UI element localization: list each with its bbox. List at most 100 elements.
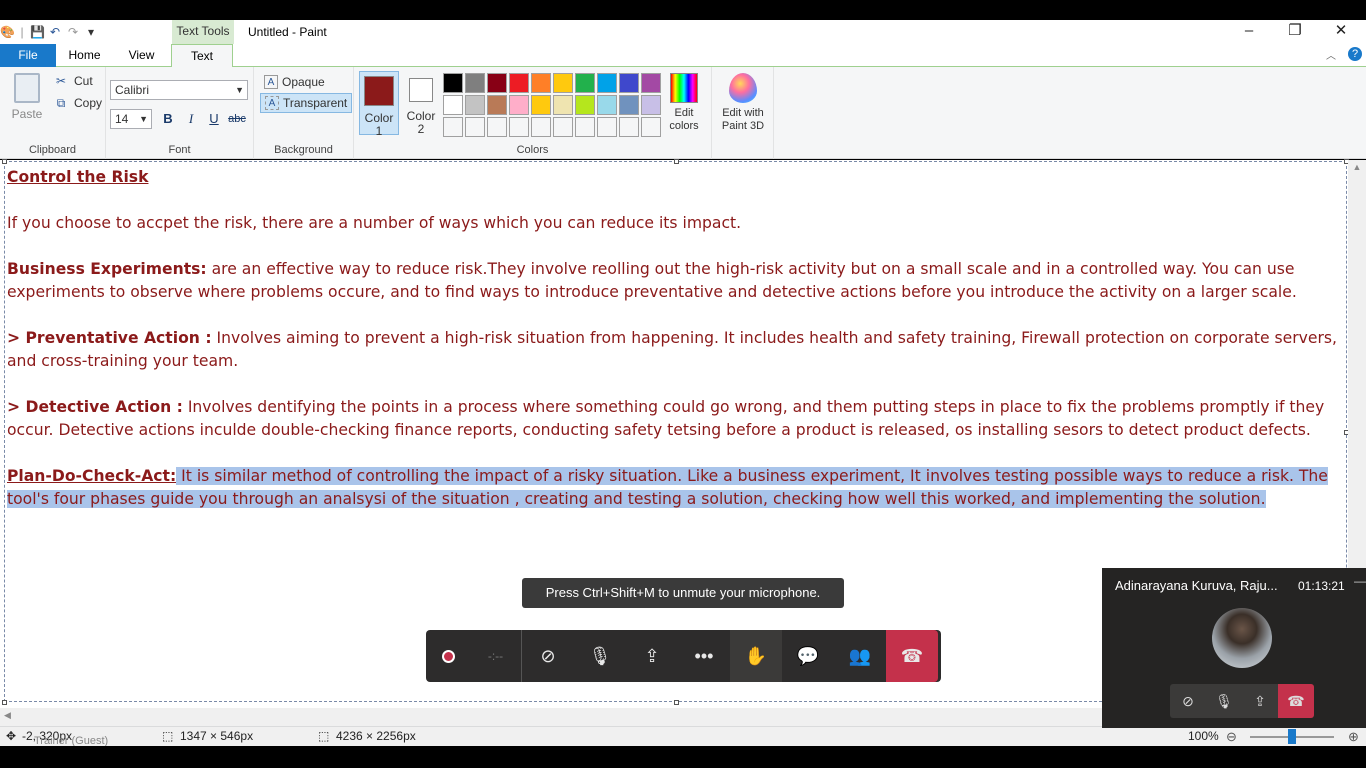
chevron-down-icon: ▼ [235, 85, 244, 95]
cut-button[interactable]: ✂ Cut [54, 72, 93, 90]
share-screen-button[interactable]: ⇪ [626, 630, 678, 682]
palette-color-swatch[interactable] [641, 73, 661, 93]
italic-button[interactable]: I [181, 109, 201, 129]
save-icon[interactable]: 💾 [30, 25, 45, 39]
palette-color-swatch[interactable] [531, 95, 551, 115]
palette-color-swatch[interactable] [619, 73, 639, 93]
zoom-out-icon[interactable]: ⊖ [1226, 727, 1237, 746]
palette-color-swatch[interactable] [465, 73, 485, 93]
restore-button[interactable]: ❐ [1272, 20, 1318, 44]
quick-access-toolbar: 🎨 | 💾 ↶ ↷ ▾ [0, 20, 98, 44]
mini-hang-up-button[interactable]: ☎ [1278, 684, 1314, 718]
palette-color-swatch[interactable] [509, 73, 529, 93]
tab-view[interactable]: View [113, 44, 170, 67]
undo-icon[interactable]: ↶ [48, 25, 62, 39]
tab-text[interactable]: Text [171, 44, 233, 68]
raise-hand-button[interactable]: ✋ [730, 630, 782, 682]
tab-file[interactable]: File [0, 44, 56, 67]
font-family-select[interactable]: Calibri ▼ [110, 80, 248, 100]
rainbow-icon [670, 73, 698, 103]
palette-color-swatch[interactable] [487, 73, 507, 93]
participants-button[interactable]: 👥 [834, 630, 886, 682]
zoom-slider-thumb[interactable] [1288, 729, 1296, 744]
palette-color-swatch[interactable] [575, 95, 595, 115]
color1-button[interactable]: Color 1 [359, 71, 399, 138]
palette-color-swatch[interactable] [465, 117, 485, 137]
font-size-select[interactable]: 14 ▼ [110, 109, 152, 129]
chat-button[interactable]: 💬 [782, 630, 834, 682]
palette-color-swatch[interactable] [509, 117, 529, 137]
help-icon[interactable]: ? [1348, 47, 1362, 61]
palette-color-swatch[interactable] [531, 73, 551, 93]
font-size-value: 14 [115, 112, 129, 126]
paint3d-label: Edit with Paint 3D [721, 107, 765, 132]
palette-color-swatch[interactable] [487, 95, 507, 115]
palette-color-swatch[interactable] [443, 73, 463, 93]
collapse-ribbon-icon[interactable]: ︿ [1326, 47, 1336, 62]
zoom-in-icon[interactable]: ⊕ [1348, 727, 1359, 746]
resize-handle[interactable] [2, 159, 7, 164]
color2-button[interactable]: Color 2 [401, 71, 441, 136]
palette-color-swatch[interactable] [509, 95, 529, 115]
palette-color-swatch[interactable] [465, 95, 485, 115]
palette-color-swatch[interactable] [553, 73, 573, 93]
edit-with-paint3d-button[interactable]: Edit with Paint 3D [716, 73, 770, 133]
colors-group-label: Colors [516, 144, 549, 156]
camera-off-button[interactable]: ⊘ [522, 630, 574, 682]
palette-color-swatch[interactable] [641, 95, 661, 115]
palette-color-swatch[interactable] [597, 95, 617, 115]
more-icon: ••• [694, 645, 714, 666]
mini-share-button[interactable]: ⇪ [1242, 684, 1278, 718]
record-button[interactable] [426, 630, 470, 682]
customize-qat-icon[interactable]: ▾ [84, 25, 98, 39]
paste-label: Paste [11, 107, 43, 121]
tab-home[interactable]: Home [56, 44, 113, 67]
bold-button[interactable]: B [158, 109, 178, 129]
palette-color-swatch[interactable] [553, 95, 573, 115]
minimize-button[interactable]: – [1226, 20, 1272, 44]
minimize-call-icon[interactable]: — [1354, 574, 1366, 588]
palette-color-swatch[interactable] [531, 117, 551, 137]
palette-color-swatch[interactable] [487, 117, 507, 137]
selection-size-icon: ⬚ [162, 729, 174, 743]
scissors-icon: ✂ [55, 74, 67, 88]
color1-label: Color 1 [364, 111, 394, 138]
pdca-paragraph: Plan-Do-Check-Act: It is similar method … [7, 465, 1347, 511]
resize-handle[interactable] [674, 159, 679, 164]
palette-color-swatch[interactable] [619, 95, 639, 115]
resize-handle[interactable] [2, 700, 7, 705]
palette-color-swatch[interactable] [443, 95, 463, 115]
microphone-muted-button[interactable]: 🎙 [574, 630, 626, 682]
scroll-left-icon[interactable]: ◀ [4, 710, 11, 721]
copy-button[interactable]: ⧉ Copy [54, 94, 102, 112]
screen-top-border [0, 0, 1366, 20]
palette-color-swatch[interactable] [443, 117, 463, 137]
paste-button[interactable]: Paste [8, 73, 46, 121]
detective-text: Involves dentifying the points in a proc… [7, 398, 1325, 439]
palette-color-swatch[interactable] [553, 117, 573, 137]
mini-camera-off-button[interactable]: ⊘ [1170, 684, 1206, 718]
mini-call-window[interactable]: Adinarayana Kuruva, Raju... 01:13:21 — ⊘… [1102, 568, 1366, 728]
zoom-level: 100% [1188, 729, 1219, 743]
resize-handle[interactable] [674, 700, 679, 705]
strikethrough-button[interactable]: abc [227, 109, 247, 129]
palette-color-swatch[interactable] [575, 117, 595, 137]
color2-swatch [409, 78, 433, 102]
transparent-button[interactable]: A Transparent [260, 93, 353, 113]
hang-up-button[interactable]: ☎ [886, 630, 938, 682]
text-box-content[interactable]: Control the Risk If you choose to accpet… [7, 166, 1347, 534]
underline-button[interactable]: U [204, 109, 224, 129]
palette-color-swatch[interactable] [619, 117, 639, 137]
palette-color-swatch[interactable] [641, 117, 661, 137]
palette-color-swatch[interactable] [597, 117, 617, 137]
more-options-button[interactable]: ••• [678, 630, 730, 682]
opaque-button[interactable]: A Opaque [260, 72, 329, 92]
close-button[interactable]: ✕ [1318, 20, 1364, 44]
redo-icon[interactable]: ↷ [66, 25, 80, 39]
scroll-up-icon[interactable]: ▲ [1348, 162, 1366, 172]
edit-colors-button[interactable]: Edit colors [666, 73, 702, 133]
color1-swatch [364, 76, 394, 106]
palette-color-swatch[interactable] [575, 73, 595, 93]
mini-mic-off-button[interactable]: 🎙 [1206, 684, 1242, 718]
palette-color-swatch[interactable] [597, 73, 617, 93]
